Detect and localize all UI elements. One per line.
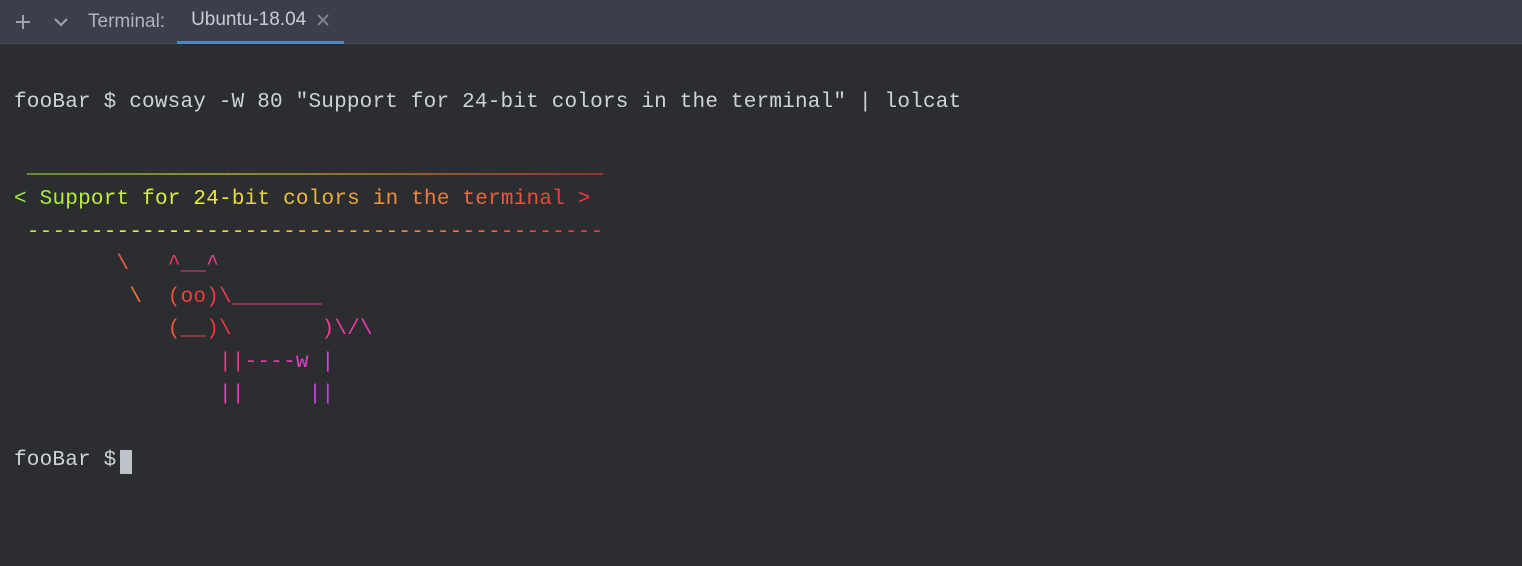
cowsay-line: (__)\ )\/\ <box>14 314 1508 347</box>
terminal-output[interactable]: fooBar $ cowsay -W 80 "Support for 24-bi… <box>0 44 1522 520</box>
terminal-title-label: Terminal: <box>88 11 165 33</box>
chevron-down-icon <box>52 13 70 31</box>
tab-dropdown-button[interactable] <box>44 5 78 39</box>
ready-prompt-line: fooBar $ <box>14 445 1508 478</box>
terminal-tab[interactable]: Ubuntu-18.04 <box>177 0 344 44</box>
close-icon <box>316 13 330 27</box>
command-line: fooBar $ cowsay -W 80 "Support for 24-bi… <box>14 87 1508 120</box>
cowsay-output: ________________________________________… <box>14 152 1508 412</box>
command-text: cowsay -W 80 "Support for 24-bit colors … <box>129 91 961 114</box>
cowsay-line: ||----w | <box>14 347 1508 380</box>
cowsay-line: || || <box>14 379 1508 412</box>
terminal-tab-label: Ubuntu-18.04 <box>191 9 306 31</box>
cowsay-line: < Support for 24-bit colors in the termi… <box>14 184 1508 217</box>
cowsay-line: ________________________________________… <box>14 152 1508 185</box>
cowsay-line: ----------------------------------------… <box>14 217 1508 250</box>
prompt-text: fooBar $ <box>14 91 116 114</box>
cowsay-line: \ ^__^ <box>14 249 1508 282</box>
prompt-text: fooBar $ <box>14 449 116 472</box>
cowsay-line: \ (oo)\_______ <box>14 282 1508 315</box>
plus-icon <box>14 13 32 31</box>
close-tab-button[interactable] <box>316 13 330 27</box>
cursor <box>120 450 132 474</box>
terminal-titlebar: Terminal: Ubuntu-18.04 <box>0 0 1522 44</box>
new-tab-button[interactable] <box>6 5 40 39</box>
